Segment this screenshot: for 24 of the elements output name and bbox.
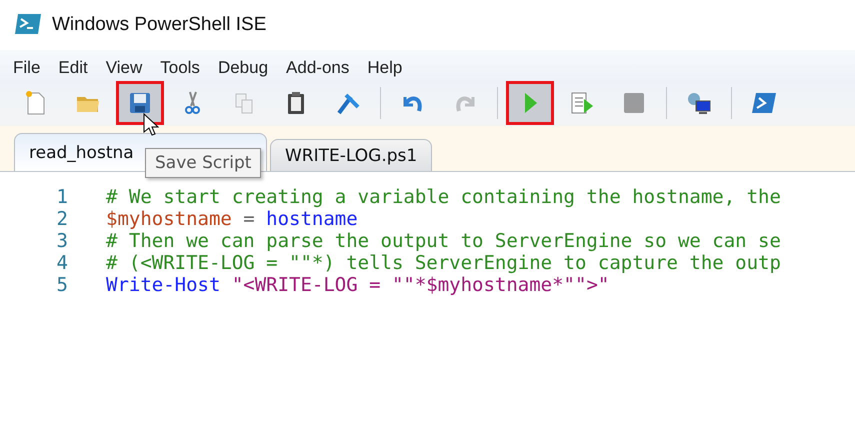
menu-item[interactable]: Help	[358, 56, 412, 80]
menu-item[interactable]: Edit	[49, 56, 97, 80]
menu-item[interactable]: Add-ons	[277, 56, 358, 80]
run-button[interactable]	[506, 80, 554, 124]
menu-item[interactable]: Tools	[151, 56, 209, 80]
powershell-icon	[14, 13, 42, 37]
menu-item[interactable]: Debug	[208, 56, 278, 80]
mouse-cursor-icon	[143, 113, 159, 137]
save-button[interactable]	[116, 80, 164, 124]
code-line: # Then we can parse the output to ServerEngine so we can se	[106, 230, 781, 252]
code-line: # We start creating a variable containing the hostname, the	[106, 186, 781, 208]
line-number: 2	[56, 208, 68, 230]
line-number: 1	[56, 186, 68, 208]
line-number: 3	[56, 230, 68, 252]
menu-item[interactable]: File	[4, 56, 50, 80]
script-tab[interactable]: WRITE-LOG.ps1	[270, 139, 432, 171]
line-number: 4	[56, 252, 68, 274]
menu-item[interactable]: View	[96, 56, 152, 80]
code-line: $myhostname = hostname	[106, 208, 358, 230]
code-line: Write-Host "<WRITE-LOG = ""*$myhostname*"">"	[106, 274, 610, 296]
code-line: # (<WRITE-LOG = ""*) tells ServerEngine to capture the outp	[106, 252, 781, 274]
window-title: Windows PowerShell ISE	[52, 14, 266, 36]
tooltip: Save Script	[145, 148, 262, 178]
line-number: 5	[56, 274, 68, 296]
